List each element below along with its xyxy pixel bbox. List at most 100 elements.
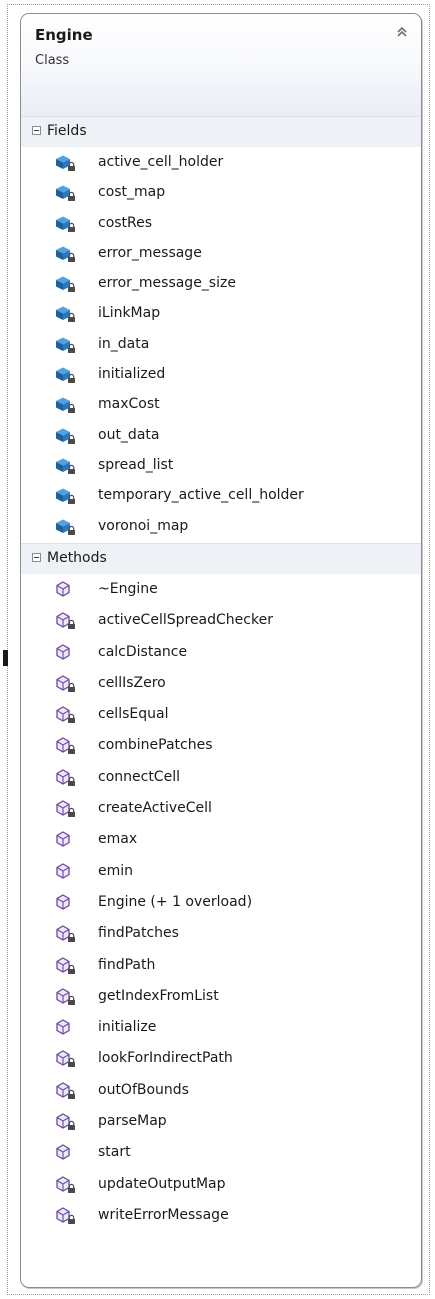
method-item[interactable]: updateOutputMap	[21, 1170, 421, 1201]
private-field-icon	[54, 244, 78, 264]
method-item[interactable]: cellsEqual	[21, 700, 421, 731]
method-item[interactable]: combinePatches	[21, 731, 421, 762]
private-field-icon	[54, 517, 78, 537]
method-item[interactable]: getIndexFromList	[21, 982, 421, 1013]
class-header[interactable]: Engine Class	[21, 14, 421, 116]
method-item[interactable]: outOfBounds	[21, 1076, 421, 1107]
private-field-icon	[54, 456, 78, 476]
private-field-icon	[54, 395, 78, 415]
field-item[interactable]: active_cell_holder	[21, 148, 421, 178]
collapse-toggle-icon[interactable]	[32, 553, 41, 562]
class-kind: Class	[35, 53, 70, 68]
field-name: cost_map	[98, 184, 166, 201]
method-item[interactable]: calcDistance	[21, 638, 421, 669]
public-method-icon	[54, 1018, 78, 1038]
method-item[interactable]: start	[21, 1138, 421, 1169]
collapse-toggle-icon[interactable]	[32, 126, 41, 135]
fields-section-title: Fields	[47, 123, 87, 139]
private-method-icon	[54, 1175, 78, 1195]
double-chevron-up-icon[interactable]	[395, 25, 409, 39]
field-item[interactable]: out_data	[21, 421, 421, 451]
method-name: activeCellSpreadChecker	[98, 612, 273, 629]
method-name: findPath	[98, 956, 156, 973]
method-name: emin	[98, 862, 134, 879]
resize-handle[interactable]	[3, 650, 8, 666]
field-item[interactable]: spread_list	[21, 451, 421, 481]
method-name: connectCell	[98, 768, 180, 785]
field-name: error_message	[98, 244, 202, 261]
private-method-icon	[54, 956, 78, 976]
public-method-icon	[54, 893, 78, 913]
private-method-icon	[54, 1112, 78, 1132]
method-item[interactable]: ~Engine	[21, 575, 421, 606]
field-name: temporary_active_cell_holder	[98, 487, 304, 504]
method-item[interactable]: emin	[21, 857, 421, 888]
private-method-icon	[54, 705, 78, 725]
method-item[interactable]: createActiveCell	[21, 794, 421, 825]
field-name: spread_list	[98, 456, 174, 473]
field-name: active_cell_holder	[98, 154, 224, 170]
field-item[interactable]: error_message_size	[21, 269, 421, 299]
method-name: cellsEqual	[98, 706, 169, 723]
field-name: costRes	[98, 214, 153, 231]
private-method-icon	[54, 1206, 78, 1226]
field-name: out_data	[98, 426, 160, 443]
method-name: cellIsZero	[98, 674, 166, 691]
field-name: voronoi_map	[98, 517, 189, 534]
class-shape-engine[interactable]: Engine Class Fields active_cell_holderco…	[20, 13, 422, 1288]
field-item[interactable]: error_message	[21, 239, 421, 269]
field-item[interactable]: temporary_active_cell_holder	[21, 481, 421, 511]
field-item[interactable]: costRes	[21, 209, 421, 239]
private-field-icon	[54, 214, 78, 234]
method-name: initialize	[98, 1019, 157, 1036]
method-item[interactable]: findPatches	[21, 919, 421, 950]
public-method-icon	[54, 643, 78, 663]
field-name: error_message_size	[98, 275, 236, 292]
method-item[interactable]: connectCell	[21, 763, 421, 794]
private-field-icon	[54, 335, 78, 355]
private-field-icon	[54, 426, 78, 446]
private-method-icon	[54, 924, 78, 944]
field-name: maxCost	[98, 396, 160, 413]
method-name: lookForIndirectPath	[98, 1050, 233, 1067]
private-field-icon	[54, 183, 78, 203]
field-item[interactable]: voronoi_map	[21, 512, 421, 542]
method-name: Engine (+ 1 overload)	[98, 893, 253, 910]
method-item[interactable]: writeErrorMessage	[21, 1201, 421, 1232]
method-item[interactable]: parseMap	[21, 1107, 421, 1138]
private-field-icon	[54, 153, 78, 173]
private-field-icon	[54, 365, 78, 385]
method-name: updateOutputMap	[98, 1175, 226, 1192]
private-method-icon	[54, 1049, 78, 1069]
method-item[interactable]: findPath	[21, 951, 421, 982]
method-name: writeErrorMessage	[98, 1206, 229, 1223]
class-name: Engine	[35, 26, 93, 44]
method-name: outOfBounds	[98, 1081, 189, 1098]
field-name: initialized	[98, 366, 166, 383]
private-method-icon	[54, 736, 78, 756]
method-name: createActiveCell	[98, 800, 212, 817]
method-item[interactable]: Engine (+ 1 overload)	[21, 888, 421, 919]
field-item[interactable]: in_data	[21, 330, 421, 360]
methods-section-header[interactable]: Methods	[21, 543, 421, 574]
method-item[interactable]: initialize	[21, 1013, 421, 1044]
method-item[interactable]: lookForIndirectPath	[21, 1044, 421, 1075]
fields-section-header[interactable]: Fields	[21, 116, 421, 147]
private-method-icon	[54, 768, 78, 788]
field-item[interactable]: maxCost	[21, 390, 421, 420]
field-item[interactable]: cost_map	[21, 178, 421, 208]
private-method-icon	[54, 799, 78, 819]
private-method-icon	[54, 611, 78, 631]
method-name: start	[98, 1144, 131, 1161]
private-field-icon	[54, 304, 78, 324]
method-item[interactable]: activeCellSpreadChecker	[21, 606, 421, 637]
public-method-icon	[54, 830, 78, 850]
method-name: calcDistance	[98, 643, 188, 660]
method-item[interactable]: emax	[21, 825, 421, 856]
field-item[interactable]: initialized	[21, 360, 421, 390]
fields-list: active_cell_holder cost_map costRes error_m…	[21, 148, 421, 542]
method-item[interactable]: cellIsZero	[21, 669, 421, 700]
field-item[interactable]: iLinkMap	[21, 299, 421, 329]
method-name: findPatches	[98, 925, 179, 942]
public-method-icon	[54, 1143, 78, 1163]
